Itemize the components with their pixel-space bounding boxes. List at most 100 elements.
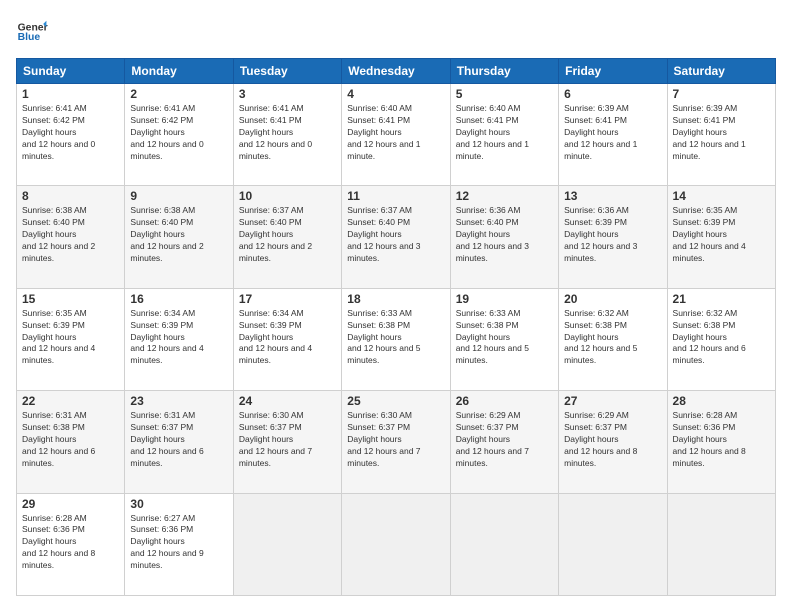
daylight-value: and 12 hours and 0 minutes. (130, 139, 203, 161)
sunrise-label: Sunrise: 6:38 AM (22, 205, 87, 215)
day-cell-8: 8 Sunrise: 6:38 AM Sunset: 6:40 PM Dayli… (17, 186, 125, 288)
cell-content: Sunrise: 6:32 AM Sunset: 6:38 PM Dayligh… (564, 308, 661, 367)
sunrise-label: Sunrise: 6:32 AM (564, 308, 629, 318)
sunrise-label: Sunrise: 6:31 AM (22, 410, 87, 420)
daylight-value: and 12 hours and 1 minute. (347, 139, 420, 161)
sunrise-label: Sunrise: 6:30 AM (347, 410, 412, 420)
daylight-value: and 12 hours and 5 minutes. (347, 343, 420, 365)
header-wednesday: Wednesday (342, 59, 450, 84)
day-number: 16 (130, 292, 227, 306)
day-number: 3 (239, 87, 336, 101)
daylight-value: and 12 hours and 5 minutes. (564, 343, 637, 365)
sunrise-label: Sunrise: 6:39 AM (564, 103, 629, 113)
cell-content: Sunrise: 6:32 AM Sunset: 6:38 PM Dayligh… (673, 308, 770, 367)
daylight-label: Daylight hours (239, 332, 293, 342)
day-cell-6: 6 Sunrise: 6:39 AM Sunset: 6:41 PM Dayli… (559, 84, 667, 186)
daylight-value: and 12 hours and 1 minute. (673, 139, 746, 161)
day-cell-15: 15 Sunrise: 6:35 AM Sunset: 6:39 PM Dayl… (17, 288, 125, 390)
daylight-label: Daylight hours (347, 332, 401, 342)
day-number: 7 (673, 87, 770, 101)
cell-content: Sunrise: 6:28 AM Sunset: 6:36 PM Dayligh… (673, 410, 770, 469)
sunrise-label: Sunrise: 6:27 AM (130, 513, 195, 523)
day-number: 10 (239, 189, 336, 203)
day-cell-25: 25 Sunrise: 6:30 AM Sunset: 6:37 PM Dayl… (342, 391, 450, 493)
daylight-value: and 12 hours and 6 minutes. (673, 343, 746, 365)
daylight-label: Daylight hours (130, 229, 184, 239)
cell-content: Sunrise: 6:30 AM Sunset: 6:37 PM Dayligh… (347, 410, 444, 469)
week-row-5: 29 Sunrise: 6:28 AM Sunset: 6:36 PM Dayl… (17, 493, 776, 595)
sunset-label: Sunset: 6:39 PM (239, 320, 302, 330)
daylight-label: Daylight hours (22, 434, 76, 444)
day-number: 2 (130, 87, 227, 101)
day-number: 15 (22, 292, 119, 306)
day-cell-19: 19 Sunrise: 6:33 AM Sunset: 6:38 PM Dayl… (450, 288, 558, 390)
header-thursday: Thursday (450, 59, 558, 84)
day-cell-9: 9 Sunrise: 6:38 AM Sunset: 6:40 PM Dayli… (125, 186, 233, 288)
daylight-label: Daylight hours (564, 434, 618, 444)
sunrise-label: Sunrise: 6:35 AM (673, 205, 738, 215)
day-cell-5: 5 Sunrise: 6:40 AM Sunset: 6:41 PM Dayli… (450, 84, 558, 186)
cell-content: Sunrise: 6:33 AM Sunset: 6:38 PM Dayligh… (347, 308, 444, 367)
day-cell-1: 1 Sunrise: 6:41 AM Sunset: 6:42 PM Dayli… (17, 84, 125, 186)
daylight-label: Daylight hours (347, 127, 401, 137)
day-cell-2: 2 Sunrise: 6:41 AM Sunset: 6:42 PM Dayli… (125, 84, 233, 186)
daylight-value: and 12 hours and 1 minute. (564, 139, 637, 161)
sunset-label: Sunset: 6:38 PM (347, 320, 410, 330)
daylight-value: and 12 hours and 8 minutes. (673, 446, 746, 468)
daylight-label: Daylight hours (22, 332, 76, 342)
sunset-label: Sunset: 6:36 PM (22, 524, 85, 534)
cell-content: Sunrise: 6:27 AM Sunset: 6:36 PM Dayligh… (130, 513, 227, 572)
day-cell-4: 4 Sunrise: 6:40 AM Sunset: 6:41 PM Dayli… (342, 84, 450, 186)
day-cell-16: 16 Sunrise: 6:34 AM Sunset: 6:39 PM Dayl… (125, 288, 233, 390)
day-number: 5 (456, 87, 553, 101)
day-cell-11: 11 Sunrise: 6:37 AM Sunset: 6:40 PM Dayl… (342, 186, 450, 288)
daylight-label: Daylight hours (564, 127, 618, 137)
week-row-1: 1 Sunrise: 6:41 AM Sunset: 6:42 PM Dayli… (17, 84, 776, 186)
sunset-label: Sunset: 6:40 PM (22, 217, 85, 227)
daylight-value: and 12 hours and 0 minutes. (22, 139, 95, 161)
sunset-label: Sunset: 6:42 PM (130, 115, 193, 125)
daylight-label: Daylight hours (22, 536, 76, 546)
daylight-label: Daylight hours (564, 332, 618, 342)
sunset-label: Sunset: 6:39 PM (130, 320, 193, 330)
cell-content: Sunrise: 6:36 AM Sunset: 6:40 PM Dayligh… (456, 205, 553, 264)
day-number: 14 (673, 189, 770, 203)
day-cell-18: 18 Sunrise: 6:33 AM Sunset: 6:38 PM Dayl… (342, 288, 450, 390)
daylight-label: Daylight hours (347, 434, 401, 444)
daylight-value: and 12 hours and 5 minutes. (456, 343, 529, 365)
sunrise-label: Sunrise: 6:41 AM (22, 103, 87, 113)
day-number: 26 (456, 394, 553, 408)
header-monday: Monday (125, 59, 233, 84)
day-number: 30 (130, 497, 227, 511)
sunrise-label: Sunrise: 6:34 AM (239, 308, 304, 318)
daylight-label: Daylight hours (239, 229, 293, 239)
empty-cell (233, 493, 341, 595)
day-number: 8 (22, 189, 119, 203)
header-sunday: Sunday (17, 59, 125, 84)
sunrise-label: Sunrise: 6:37 AM (239, 205, 304, 215)
sunrise-label: Sunrise: 6:29 AM (456, 410, 521, 420)
daylight-value: and 12 hours and 0 minutes. (239, 139, 312, 161)
sunrise-label: Sunrise: 6:36 AM (456, 205, 521, 215)
daylight-value: and 12 hours and 2 minutes. (239, 241, 312, 263)
day-number: 18 (347, 292, 444, 306)
sunrise-label: Sunrise: 6:31 AM (130, 410, 195, 420)
day-cell-29: 29 Sunrise: 6:28 AM Sunset: 6:36 PM Dayl… (17, 493, 125, 595)
daylight-value: and 12 hours and 8 minutes. (564, 446, 637, 468)
daylight-value: and 12 hours and 4 minutes. (22, 343, 95, 365)
cell-content: Sunrise: 6:39 AM Sunset: 6:41 PM Dayligh… (564, 103, 661, 162)
header-tuesday: Tuesday (233, 59, 341, 84)
cell-content: Sunrise: 6:29 AM Sunset: 6:37 PM Dayligh… (564, 410, 661, 469)
day-cell-17: 17 Sunrise: 6:34 AM Sunset: 6:39 PM Dayl… (233, 288, 341, 390)
day-number: 6 (564, 87, 661, 101)
page: General Blue Sunday Monday Tuesday Wedne… (0, 0, 792, 612)
sunrise-label: Sunrise: 6:35 AM (22, 308, 87, 318)
day-cell-30: 30 Sunrise: 6:27 AM Sunset: 6:36 PM Dayl… (125, 493, 233, 595)
sunset-label: Sunset: 6:37 PM (347, 422, 410, 432)
empty-cell (450, 493, 558, 595)
cell-content: Sunrise: 6:31 AM Sunset: 6:37 PM Dayligh… (130, 410, 227, 469)
day-number: 19 (456, 292, 553, 306)
daylight-value: and 12 hours and 4 minutes. (239, 343, 312, 365)
daylight-value: and 12 hours and 7 minutes. (239, 446, 312, 468)
day-number: 4 (347, 87, 444, 101)
